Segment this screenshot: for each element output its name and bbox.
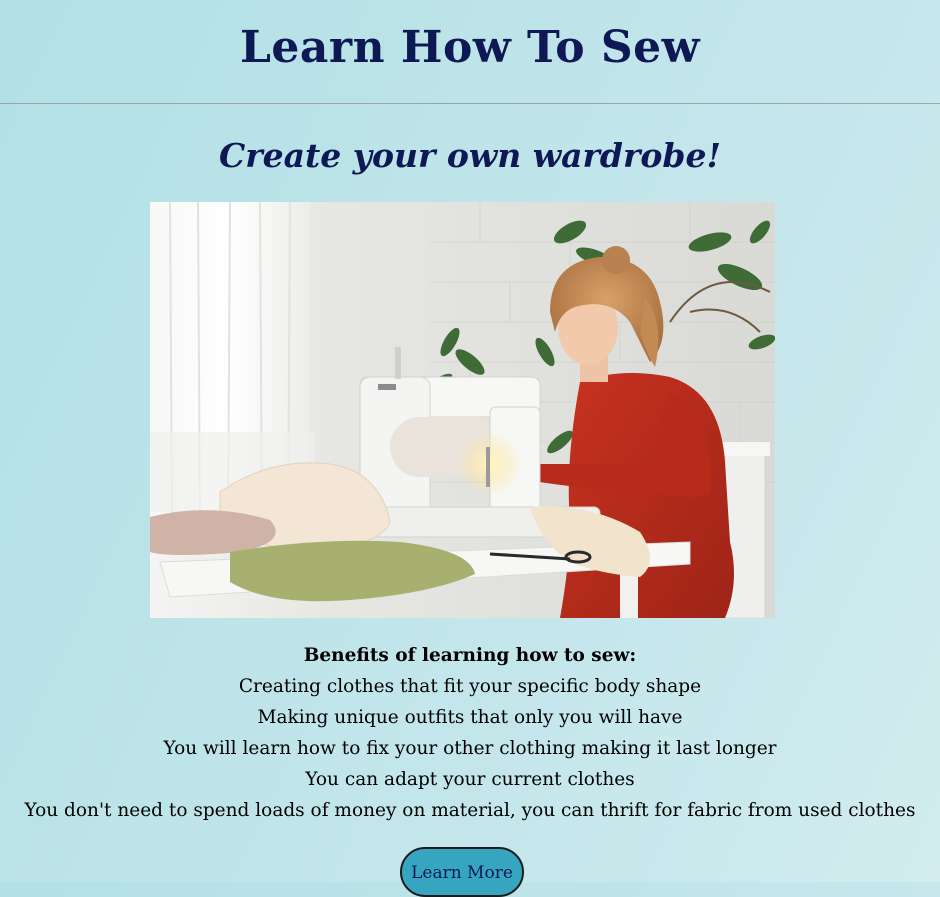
cta-container: Learn More [0,847,940,897]
benefit-item: You don't need to spend loads of money o… [24,800,916,821]
benefit-item: You will learn how to fix your other clo… [163,738,777,759]
page-header: Learn How To Sew [0,0,940,104]
page-subtitle: Create your own wardrobe! [219,136,721,175]
benefits-heading: Benefits of learning how to sew: [303,645,637,666]
benefit-item: Making unique outfits that only you will… [257,707,683,728]
main-content: Create your own wardrobe! Benefits of le… [0,134,940,897]
benefits-list: Creating clothes that fit your specific … [0,671,940,826]
benefit-item: Creating clothes that fit your specific … [238,676,702,697]
page-title: Learn How To Sew [239,22,701,73]
benefit-item: You can adapt your current clothes [305,769,635,790]
learn-more-button[interactable]: Learn More [400,847,524,897]
sewing-hero-image [150,202,775,618]
benefits-section: Benefits of learning how to sew: Creatin… [0,640,940,826]
